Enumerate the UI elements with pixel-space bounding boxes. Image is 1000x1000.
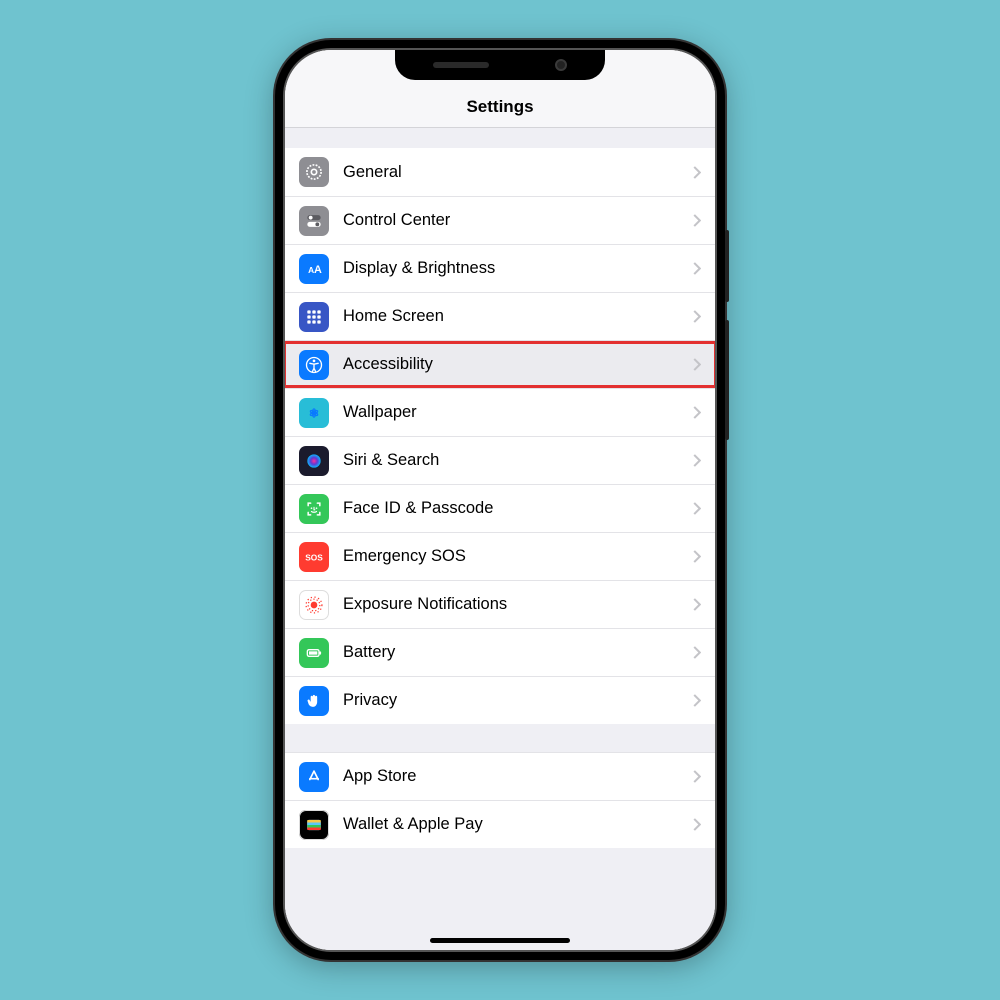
sos-icon: SOS	[299, 542, 329, 572]
settings-row-label: General	[343, 163, 693, 182]
home-indicator[interactable]	[430, 938, 570, 943]
settings-group: App Store Wallet & Apple Pay	[285, 752, 715, 848]
siri-icon	[299, 446, 329, 476]
settings-row-exposure-notifications[interactable]: Exposure Notifications	[285, 580, 715, 628]
grid-icon	[299, 302, 329, 332]
chevron-right-icon	[693, 165, 701, 179]
flower-icon	[299, 398, 329, 428]
svg-text:A: A	[314, 264, 322, 276]
chevron-right-icon	[693, 694, 701, 708]
chevron-right-icon	[693, 454, 701, 468]
chevron-right-icon	[693, 214, 701, 228]
chevron-right-icon	[693, 502, 701, 516]
chevron-right-icon	[693, 358, 701, 372]
settings-row-label: Battery	[343, 643, 693, 662]
chevron-right-icon	[693, 550, 701, 564]
chevron-right-icon	[693, 406, 701, 420]
settings-row-privacy[interactable]: Privacy	[285, 676, 715, 724]
settings-row-label: Exposure Notifications	[343, 595, 693, 614]
appstore-icon	[299, 762, 329, 792]
chevron-right-icon	[693, 262, 701, 276]
phone-frame: Settings General Control Center AA Display …	[275, 40, 725, 960]
chevron-right-icon	[693, 646, 701, 660]
settings-row-general[interactable]: General	[285, 148, 715, 196]
settings-row-wallet-apple-pay[interactable]: Wallet & Apple Pay	[285, 800, 715, 848]
settings-row-label: Siri & Search	[343, 451, 693, 470]
gear-icon	[299, 157, 329, 187]
chevron-right-icon	[693, 770, 701, 784]
phone-bezel: Settings General Control Center AA Display …	[283, 48, 717, 952]
svg-text:SOS: SOS	[305, 552, 323, 562]
settings-row-battery[interactable]: Battery	[285, 628, 715, 676]
settings-row-label: Wallet & Apple Pay	[343, 815, 693, 834]
settings-row-label: Emergency SOS	[343, 547, 693, 566]
settings-row-accessibility[interactable]: Accessibility	[285, 340, 715, 388]
speaker-grille	[433, 62, 489, 68]
settings-row-label: Face ID & Passcode	[343, 499, 693, 518]
battery-icon	[299, 638, 329, 668]
screen: Settings General Control Center AA Display …	[285, 50, 715, 950]
front-camera	[555, 59, 567, 71]
settings-row-display-brightness[interactable]: AA Display & Brightness	[285, 244, 715, 292]
hand-icon	[299, 686, 329, 716]
settings-row-label: App Store	[343, 767, 693, 786]
aa-icon: AA	[299, 254, 329, 284]
faceid-icon	[299, 494, 329, 524]
wallet-icon	[299, 810, 329, 840]
settings-group: General Control Center AA Display & Brightn…	[285, 148, 715, 724]
page-title: Settings	[466, 97, 533, 117]
settings-row-label: Wallpaper	[343, 403, 693, 422]
settings-list[interactable]: General Control Center AA Display & Brightn…	[285, 128, 715, 950]
settings-row-control-center[interactable]: Control Center	[285, 196, 715, 244]
toggles-icon	[299, 206, 329, 236]
chevron-right-icon	[693, 598, 701, 612]
chevron-right-icon	[693, 310, 701, 324]
chevron-right-icon	[693, 818, 701, 832]
settings-row-label: Home Screen	[343, 307, 693, 326]
settings-row-faceid-passcode[interactable]: Face ID & Passcode	[285, 484, 715, 532]
settings-row-label: Control Center	[343, 211, 693, 230]
settings-row-label: Display & Brightness	[343, 259, 693, 278]
settings-row-siri-search[interactable]: Siri & Search	[285, 436, 715, 484]
settings-row-wallpaper[interactable]: Wallpaper	[285, 388, 715, 436]
settings-row-label: Accessibility	[343, 355, 693, 374]
settings-row-emergency-sos[interactable]: SOS Emergency SOS	[285, 532, 715, 580]
settings-row-app-store[interactable]: App Store	[285, 752, 715, 800]
phone-notch	[395, 50, 605, 80]
exposure-icon	[299, 590, 329, 620]
settings-row-label: Privacy	[343, 691, 693, 710]
settings-row-home-screen[interactable]: Home Screen	[285, 292, 715, 340]
accessibility-icon	[299, 350, 329, 380]
